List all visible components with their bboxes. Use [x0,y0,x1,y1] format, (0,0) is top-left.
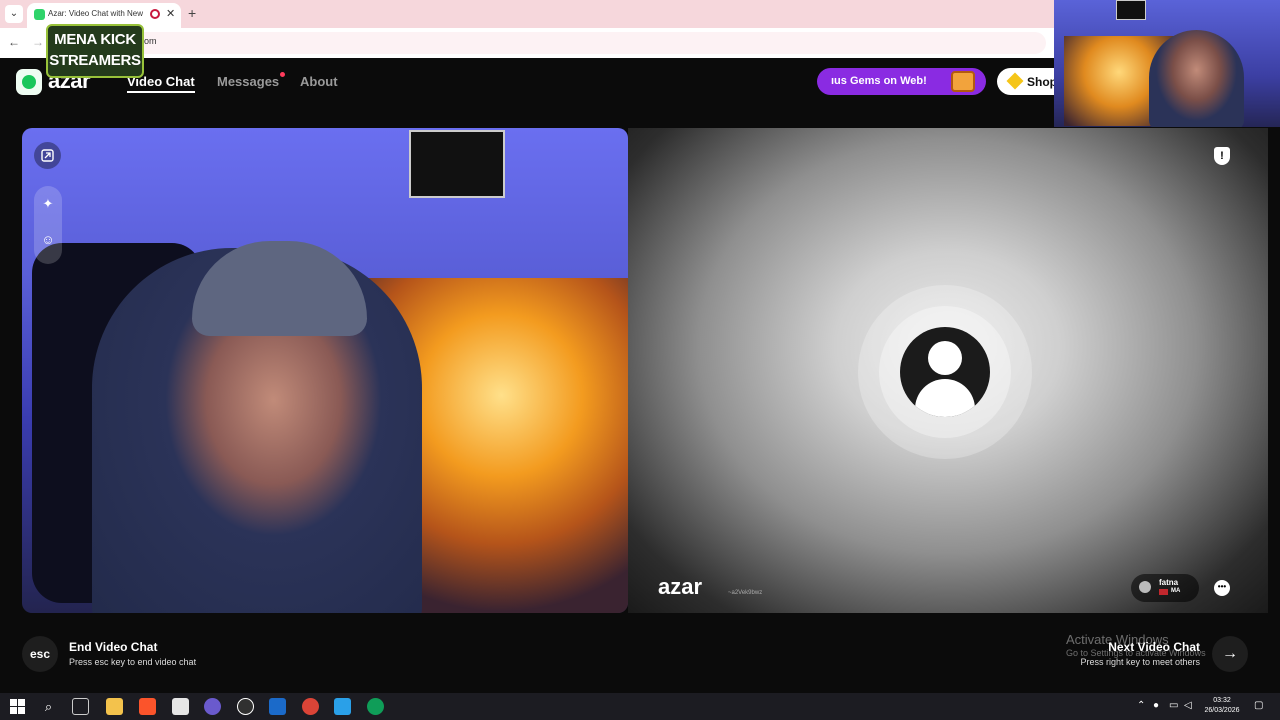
remote-azar-logo: azar [658,574,703,599]
end-chat-button[interactable]: esc [22,636,58,672]
remote-video-feed: ! azar ~a2Vek9bwz fatna MA ••• [628,128,1268,613]
recorder-icon[interactable] [237,698,254,715]
nav-messages[interactable]: Messages [217,74,279,89]
remote-user-id: ~a2Vek9bwz [728,590,763,596]
chrome-icon[interactable] [302,698,319,715]
next-chat-hint: Press right key to meet others [1080,657,1200,667]
back-arrow-icon[interactable]: ← [8,35,20,49]
next-chat-button[interactable]: → [1212,636,1248,672]
avatar-head [928,341,962,375]
peer-avatar-icon [1139,581,1151,593]
peer-name: fatna [1159,578,1179,587]
mena-kick-streamers-logo: MENA KICK STREAMERS [46,24,144,78]
user-avatar-icon [900,327,990,417]
report-shield-icon[interactable]: ! [1214,147,1230,165]
calendar-app-icon[interactable] [172,698,189,715]
brave-browser-icon[interactable] [139,698,156,715]
peer-country: MA [1171,588,1181,594]
face-filter-icon[interactable]: ☺ [34,232,62,247]
clock-time: 03:32 [1213,697,1231,704]
azar-page: azar Video Chat Messages About ıus Gems … [0,58,1280,693]
chrome-profile-icon[interactable] [367,698,384,715]
clock-date: 26/03/2026 [1204,707,1240,714]
magic-wand-icon[interactable]: ✦ [34,196,62,212]
azar-logo-icon[interactable] [16,69,42,95]
streamer-webcam-overlay [1054,0,1280,127]
webcam-streamer-image [1149,30,1244,127]
end-chat-title: End Video Chat [69,640,158,654]
tab-list-button[interactable]: ⌄ [5,5,23,23]
morocco-flag-icon [1159,589,1168,595]
obs-icon[interactable] [204,698,221,715]
screen: ⌄ Azar: Video Chat with New ✕ + ← → om a… [0,0,1280,720]
unread-dot-icon [280,72,285,77]
microphone-icon[interactable]: ● [1153,700,1159,711]
shop-label: Shop [1027,75,1057,89]
chat-bubble-icon[interactable]: ••• [1214,580,1230,596]
stream-logo-line2: STREAMERS [49,52,141,69]
network-icon[interactable]: ▭ [1169,700,1178,711]
effects-toolbar: ✦ ☺ [34,186,62,264]
url-input[interactable]: om [56,32,1046,54]
tab-title: Azar: Video Chat with New [48,9,144,18]
recording-icon [150,9,160,19]
notifications-icon[interactable]: ▢ [1254,700,1263,711]
collapse-icon [41,149,54,162]
app-icon[interactable] [334,698,351,715]
peer-info-chip[interactable]: fatna MA [1131,574,1199,602]
promo-text: ıus Gems on Web! [831,75,927,87]
task-view-icon[interactable] [72,698,89,715]
nav-about[interactable]: About [300,74,338,89]
close-tab-icon[interactable]: ✕ [166,7,175,20]
next-chat-title: Next Video Chat [1108,640,1200,654]
forward-arrow-icon[interactable]: → [32,35,44,49]
volume-icon[interactable]: ◁ [1184,700,1192,711]
new-tab-button[interactable]: + [188,5,196,21]
gem-icon [1006,72,1024,90]
windows-taskbar: ⌕ ⌃ ● ▭ ◁ 03:32 26/03/2026 ▢ [0,693,1280,720]
file-explorer-icon[interactable] [106,698,123,715]
url-text: om [144,36,157,46]
azar-favicon-icon [34,9,45,20]
search-icon[interactable]: ⌕ [40,698,57,715]
stream-logo-line1: MENA KICK [54,31,136,48]
wall-poster [409,130,505,198]
treasure-chest-icon [951,71,975,92]
minimize-video-button[interactable] [34,142,61,169]
gems-promo-button[interactable]: ıus Gems on Web! [817,68,986,95]
steam-icon[interactable] [269,698,286,715]
tray-chevron-icon[interactable]: ⌃ [1137,700,1145,711]
local-video-feed: ✦ ☺ [22,128,628,613]
windows-start-icon[interactable] [9,698,26,715]
taskbar-clock[interactable]: 03:32 26/03/2026 [1200,696,1244,716]
avatar-body [915,379,975,417]
webcam-wall-poster [1116,0,1146,20]
end-chat-hint: Press esc key to end video chat [69,657,197,667]
